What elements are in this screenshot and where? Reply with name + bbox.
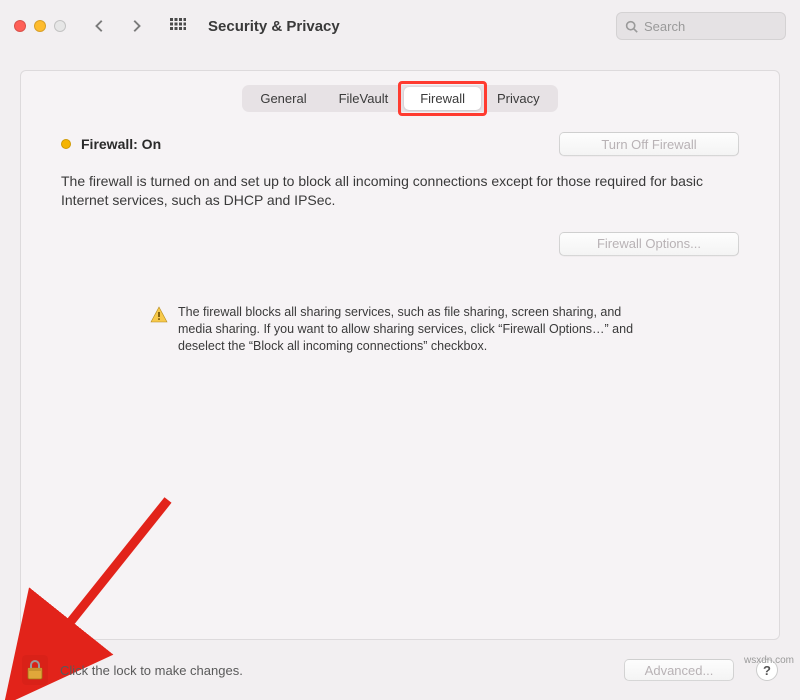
lock-button[interactable] bbox=[22, 655, 48, 685]
zoom-window-button[interactable] bbox=[54, 20, 66, 32]
tab-bar: General FileVault Firewall Privacy bbox=[242, 85, 557, 112]
lock-icon bbox=[25, 658, 45, 682]
window-toolbar: Security & Privacy Search bbox=[0, 0, 800, 52]
window-footer: Click the lock to make changes. Advanced… bbox=[0, 640, 800, 700]
firewall-description: The firewall is turned on and set up to … bbox=[61, 172, 739, 210]
window-controls bbox=[14, 20, 66, 32]
forward-button[interactable] bbox=[122, 12, 150, 40]
advanced-button[interactable]: Advanced... bbox=[624, 659, 734, 681]
turn-off-firewall-button[interactable]: Turn Off Firewall bbox=[559, 132, 739, 156]
minimize-window-button[interactable] bbox=[34, 20, 46, 32]
search-icon bbox=[625, 20, 638, 33]
tab-privacy[interactable]: Privacy bbox=[481, 87, 556, 110]
warning-icon bbox=[150, 306, 168, 355]
tab-general[interactable]: General bbox=[244, 87, 322, 110]
tab-filevault[interactable]: FileVault bbox=[323, 87, 405, 110]
search-input[interactable]: Search bbox=[616, 12, 786, 40]
chevron-right-icon bbox=[129, 19, 143, 33]
watermark-text: wsxdn.com bbox=[744, 655, 794, 666]
close-window-button[interactable] bbox=[14, 20, 26, 32]
search-placeholder: Search bbox=[644, 19, 685, 34]
warning-box: The firewall blocks all sharing services… bbox=[150, 304, 650, 355]
back-button[interactable] bbox=[86, 12, 114, 40]
firewall-status-indicator-icon bbox=[61, 139, 71, 149]
warning-text: The firewall blocks all sharing services… bbox=[178, 304, 650, 355]
page-title: Security & Privacy bbox=[208, 18, 340, 35]
firewall-options-button[interactable]: Firewall Options... bbox=[559, 232, 739, 256]
chevron-left-icon bbox=[93, 19, 107, 33]
show-all-button[interactable] bbox=[164, 12, 192, 40]
firewall-status-label: Firewall: On bbox=[81, 136, 161, 152]
preference-pane: General FileVault Firewall Privacy Firew… bbox=[20, 70, 780, 640]
tab-firewall[interactable]: Firewall bbox=[404, 87, 481, 110]
grid-icon bbox=[170, 18, 186, 34]
lock-hint-text: Click the lock to make changes. bbox=[60, 663, 243, 678]
